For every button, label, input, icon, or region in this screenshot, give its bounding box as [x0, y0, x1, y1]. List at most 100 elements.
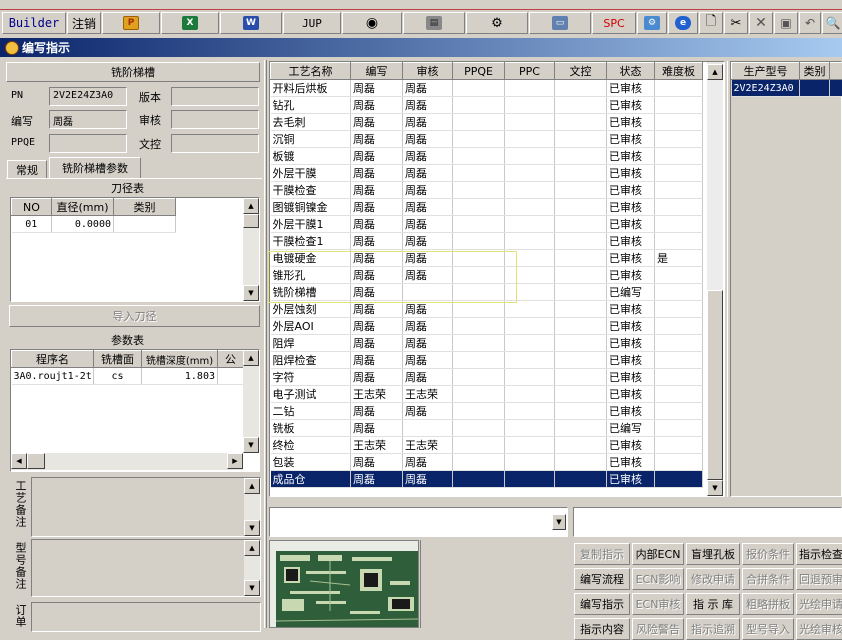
action-button[interactable]: 光绘审核	[796, 618, 842, 640]
action-button[interactable]: 内部ECN	[632, 543, 684, 565]
model-note-field[interactable]: ▲▼	[31, 539, 261, 597]
action-button[interactable]: 指示内容	[574, 618, 630, 640]
scroll-thumb[interactable]	[27, 453, 45, 469]
param-scrollbar[interactable]: ▲ ▼	[243, 350, 259, 453]
tool-col-type[interactable]: 类别	[114, 199, 176, 216]
action-button[interactable]: 型号导入	[742, 618, 794, 640]
note-scrollbar[interactable]: ▲▼	[244, 478, 260, 536]
action-button[interactable]: 光绘申请	[796, 593, 842, 615]
search-field[interactable]	[573, 507, 842, 537]
scroll-down-icon[interactable]: ▼	[244, 580, 260, 596]
tool-scrollbar[interactable]: ▲ ▼	[243, 198, 259, 301]
table-row[interactable]: 图镀铜镍金周磊周磊已审核	[271, 199, 703, 216]
action-button[interactable]: ECN审核	[632, 593, 684, 615]
action-button[interactable]: 回退预审	[796, 568, 842, 590]
action-button[interactable]: 风险警告	[632, 618, 684, 640]
table-row[interactable]: 包装周磊周磊已审核	[271, 454, 703, 471]
scroll-thumb[interactable]	[243, 214, 259, 228]
action-button[interactable]: 修改申请	[686, 568, 740, 590]
product-col-header[interactable]: 类别	[800, 63, 830, 80]
table-row[interactable]: 外层蚀刻周磊周磊已审核	[271, 301, 703, 318]
writer-field[interactable]: 周磊	[49, 110, 127, 129]
close-button[interactable]: ✕	[749, 12, 773, 34]
process-col-header[interactable]: 文控	[555, 63, 607, 80]
process-col-header[interactable]: 工艺名称	[271, 63, 351, 80]
param-col-face[interactable]: 铣槽面	[94, 351, 142, 368]
ppt-button[interactable]: P	[102, 12, 160, 34]
word-button[interactable]: W	[220, 12, 282, 34]
scroll-down-icon[interactable]: ▼	[243, 285, 259, 301]
action-button[interactable]: 编写流程	[574, 568, 630, 590]
table-row[interactable]: 外层AOI周磊周磊已审核	[271, 318, 703, 335]
note-scrollbar[interactable]: ▲▼	[244, 540, 260, 596]
builder-button[interactable]: Builder	[2, 12, 66, 34]
database-button[interactable]: ▤	[403, 12, 465, 34]
process-col-header[interactable]: 编写	[351, 63, 403, 80]
action-button[interactable]: 报价条件	[742, 543, 794, 565]
table-row[interactable]: 开料后烘板周磊周磊已审核	[271, 80, 703, 97]
action-button[interactable]: 盲埋孔板	[686, 543, 740, 565]
scroll-up-icon[interactable]: ▲	[707, 64, 723, 80]
save-button[interactable]: ▣	[774, 12, 798, 34]
tab-general[interactable]: 常规	[7, 160, 47, 178]
table-row[interactable]: 成品仓周磊周磊已审核	[271, 471, 703, 488]
process-col-header[interactable]: PPQE	[453, 63, 505, 80]
table-row[interactable]: 二钻周磊周磊已审核	[271, 403, 703, 420]
scroll-up-icon[interactable]: ▲	[244, 478, 260, 494]
product-col-header[interactable]: S	[830, 63, 842, 80]
action-button[interactable]: 编写指示	[574, 593, 630, 615]
scroll-up-icon[interactable]: ▲	[243, 350, 259, 366]
scroll-thumb[interactable]	[707, 290, 723, 480]
scroll-down-icon[interactable]: ▼	[707, 480, 723, 496]
reviewer-field[interactable]	[171, 110, 259, 129]
undo-button[interactable]: ↶	[799, 12, 821, 34]
table-row[interactable]: 3A0.roujt1-2tcs1.803	[12, 368, 244, 385]
process-combo[interactable]: ▼	[269, 507, 568, 537]
table-row[interactable]: 字符周磊周磊已审核	[271, 369, 703, 386]
browser-button[interactable]: e	[668, 12, 698, 34]
tool-col-diameter[interactable]: 直径(mm)	[52, 199, 114, 216]
product-col-header[interactable]: 生产型号	[732, 63, 800, 80]
table-row[interactable]: 铣板周磊已编写	[271, 420, 703, 437]
process-scrollbar[interactable]: ▲ ▼	[707, 62, 723, 496]
tools-button[interactable]: ⚙	[466, 12, 528, 34]
table-row[interactable]: 阻焊周磊周磊已审核	[271, 335, 703, 352]
param-col-depth[interactable]: 铣槽深度(mm)	[142, 351, 218, 368]
jup-button[interactable]: JUP	[283, 12, 341, 34]
action-button[interactable]: 复制指示	[574, 543, 630, 565]
action-button[interactable]: 指 示 库	[686, 593, 740, 615]
table-row[interactable]: 终检王志荣王志荣已审核	[271, 437, 703, 454]
process-col-header[interactable]: 状态	[607, 63, 655, 80]
import-tool-button[interactable]: 导入刀径	[9, 305, 260, 327]
table-row[interactable]: 钻孔周磊周磊已审核	[271, 97, 703, 114]
table-row[interactable]: 板镀周磊周磊已审核	[271, 148, 703, 165]
view-button[interactable]: ◉	[342, 12, 402, 34]
logout-button[interactable]: 注销	[67, 12, 101, 34]
settings-button[interactable]: ⚙	[637, 12, 667, 34]
pn-field[interactable]: 2V2E24Z3A0	[49, 87, 127, 106]
scroll-down-icon[interactable]: ▼	[243, 437, 259, 453]
param-col-tol[interactable]: 公	[218, 351, 244, 368]
table-row[interactable]: 外层干膜1周磊周磊已审核	[271, 216, 703, 233]
table-row[interactable]: 干膜检查周磊周磊已审核	[271, 182, 703, 199]
scroll-up-icon[interactable]: ▲	[244, 540, 260, 556]
scroll-down-icon[interactable]: ▼	[244, 520, 260, 536]
doc-control-field[interactable]	[171, 134, 259, 153]
preview-button[interactable]: 🔍	[822, 12, 842, 34]
process-col-header[interactable]: PPC	[505, 63, 555, 80]
action-button[interactable]: 指示追溯	[686, 618, 740, 640]
table-row[interactable]: 去毛刺周磊周磊已审核	[271, 114, 703, 131]
param-hscrollbar[interactable]: ◀ ▶	[11, 453, 243, 470]
table-row[interactable]: 010.0000	[12, 216, 176, 233]
table-row[interactable]: 沉铜周磊周磊已审核	[271, 131, 703, 148]
action-button[interactable]: 粗略拼板	[742, 593, 794, 615]
scroll-left-icon[interactable]: ◀	[11, 453, 27, 469]
excel-button[interactable]: X	[161, 12, 219, 34]
scroll-up-icon[interactable]: ▲	[243, 198, 259, 214]
new-doc-button[interactable]: 🗋	[699, 12, 723, 34]
computer-button[interactable]: ▭	[529, 12, 591, 34]
table-row[interactable]: 2V2E24Z3A0	[732, 80, 842, 97]
table-row[interactable]: 外层干膜周磊周磊已审核	[271, 165, 703, 182]
table-row[interactable]: 干膜检查1周磊周磊已审核	[271, 233, 703, 250]
ppqe-field[interactable]	[49, 134, 127, 153]
